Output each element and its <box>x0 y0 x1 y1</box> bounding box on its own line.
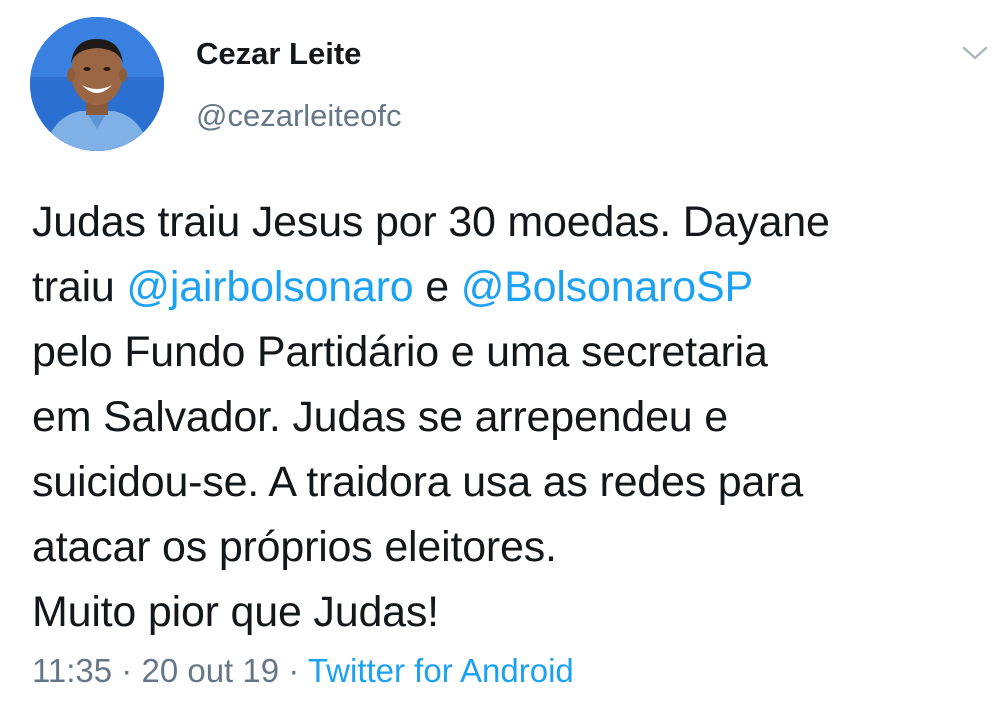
tweet-line: Judas traiu Jesus por 30 moedas. Dayane <box>32 198 830 246</box>
tweet-line: traiu @jairbolsonaro e @BolsonaroSP <box>32 255 982 320</box>
tweet-line: atacar os próprios eleitores. <box>32 523 557 571</box>
tweet-line: em Salvador. Judas se arrependeu e <box>32 393 728 441</box>
tweet-line: Muito pior que Judas! <box>32 588 439 636</box>
avatar[interactable] <box>30 17 164 151</box>
tweet-date[interactable]: 20 out 19 <box>141 652 279 689</box>
tweet-source-link[interactable]: Twitter for Android <box>308 652 574 689</box>
tweet: Cezar Leite @cezarleiteofc Judas traiu J… <box>0 0 1000 713</box>
tweet-line: suicidou-se. A traidora usa as redes par… <box>32 458 804 506</box>
tweet-text: Judas traiu Jesus por 30 moedas. Dayane … <box>32 190 982 645</box>
author-name[interactable]: Cezar Leite <box>196 36 361 72</box>
meta-separator: · <box>112 652 142 689</box>
avatar-image <box>30 17 164 151</box>
author-handle[interactable]: @cezarleiteofc <box>196 98 402 134</box>
mention-link-bolsonarosp[interactable]: @BolsonaroSP <box>461 263 753 311</box>
mention-link-jairbolsonaro[interactable]: @jairbolsonaro <box>126 263 413 311</box>
tweet-meta: 11:35 · 20 out 19 · Twitter for Android <box>32 652 574 690</box>
tweet-text-segment: traiu <box>32 263 127 311</box>
chevron-down-icon[interactable] <box>960 40 990 64</box>
tweet-text-segment: e <box>413 263 461 311</box>
tweet-time[interactable]: 11:35 <box>32 652 112 689</box>
meta-separator: · <box>279 652 308 689</box>
tweet-line: pelo Fundo Partidário e uma secretaria <box>32 328 768 376</box>
